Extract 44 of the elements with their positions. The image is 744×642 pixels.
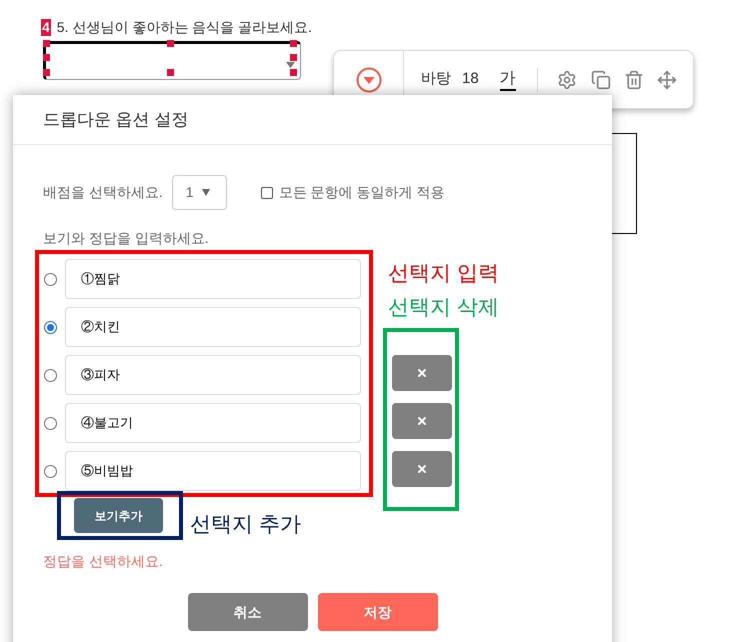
option-input[interactable]: ③피자 xyxy=(65,355,361,395)
annotation-text: 선택지 입력 xyxy=(388,261,499,287)
radio-button[interactable] xyxy=(44,272,57,286)
checkbox[interactable] xyxy=(260,186,273,198)
text-style-sample[interactable]: 가 xyxy=(500,68,516,90)
option-input[interactable]: ②치킨 xyxy=(65,307,361,347)
caret-icon xyxy=(202,189,210,196)
checkbox-label: 모든 문항에 동일하게 적용 xyxy=(278,183,444,202)
delete-button[interactable] xyxy=(392,355,452,391)
delete-button[interactable] xyxy=(392,451,452,487)
resize-handle[interactable] xyxy=(290,69,297,76)
font-name[interactable]: 바탕 xyxy=(421,68,451,91)
dropdown-icon[interactable] xyxy=(356,66,382,92)
move-icon[interactable] xyxy=(656,70,677,90)
radio-button[interactable] xyxy=(44,416,57,430)
option-input[interactable]: ④불고기 xyxy=(65,403,361,443)
close-icon xyxy=(416,463,428,475)
option-input[interactable]: ⑤비빔밥 xyxy=(65,451,361,491)
add-option-button[interactable]: 보기추가 xyxy=(74,498,163,533)
trash-icon[interactable] xyxy=(624,70,644,90)
delete-button[interactable] xyxy=(392,403,452,439)
question-text: 5. 선생님이 좋아하는 음식을 골라보세요. xyxy=(56,18,312,37)
caret-icon xyxy=(286,62,295,68)
radio-button[interactable] xyxy=(44,320,57,334)
score-label: 배점을 선택하세요. xyxy=(43,183,163,202)
resize-handle[interactable] xyxy=(43,69,50,76)
close-icon xyxy=(416,415,428,427)
annotation-text: 선택지 추가 xyxy=(190,512,301,538)
resize-handle[interactable] xyxy=(167,69,174,76)
dialog-title: 드롭다운 옵션 설정 xyxy=(43,108,188,131)
option-input[interactable]: ①찜닭 xyxy=(65,259,361,299)
radio-button[interactable] xyxy=(44,464,57,478)
font-size[interactable]: 18 xyxy=(462,68,479,91)
resize-handle[interactable] xyxy=(167,40,174,47)
settings-icon[interactable] xyxy=(556,70,577,90)
error-message: 정답을 선택하세요. xyxy=(43,553,164,569)
radio-button[interactable] xyxy=(44,368,57,382)
close-icon xyxy=(416,367,428,379)
copy-icon[interactable] xyxy=(590,70,611,90)
options-label: 보기와 정답을 입력하세요. xyxy=(43,230,210,246)
question-number-badge: 4 xyxy=(41,19,51,36)
score-select[interactable]: 1 xyxy=(172,175,227,210)
annotation-text: 선택지 삭제 xyxy=(388,295,499,321)
cancel-button[interactable]: 취소 xyxy=(188,593,308,631)
